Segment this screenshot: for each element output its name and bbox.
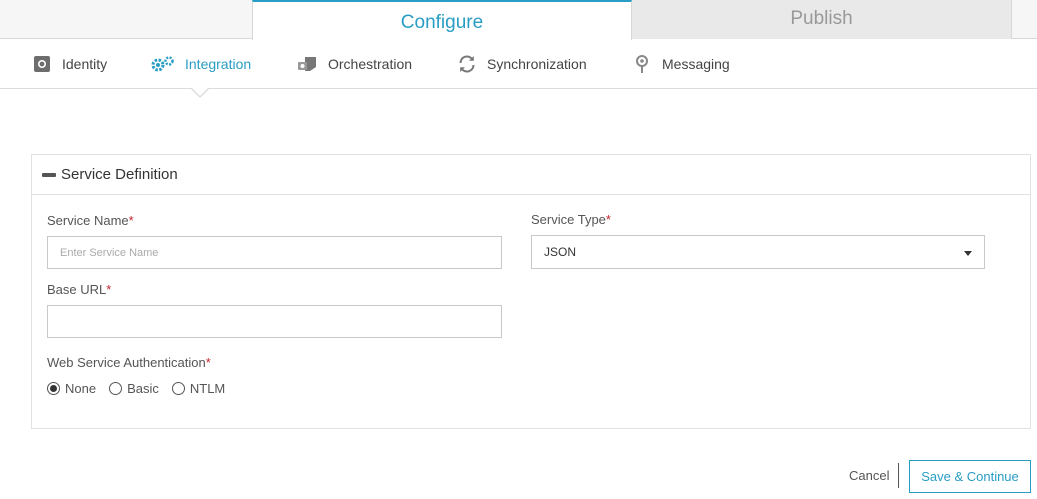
- subnav-item-orchestration[interactable]: Orchestration: [295, 40, 412, 88]
- sub-navigation: Identity Integration Orchestration Synch…: [0, 40, 1037, 89]
- service-type-select[interactable]: JSON: [531, 235, 985, 269]
- radio-label: None: [65, 381, 97, 396]
- tab-configure[interactable]: Configure: [252, 0, 632, 40]
- subnav-label: Orchestration: [328, 56, 413, 72]
- radio-button[interactable]: [47, 382, 60, 395]
- top-tab-strip: Configure Publish: [0, 0, 1037, 40]
- radio-label: NTLM: [189, 381, 226, 396]
- service-type-value: JSON: [544, 245, 577, 259]
- footer-divider: [898, 463, 899, 488]
- panel-title: Service Definition: [61, 166, 178, 183]
- auth-radio-ntlm[interactable]: NTLM: [171, 381, 226, 396]
- collapse-icon[interactable]: [42, 172, 56, 177]
- subnav-item-messaging[interactable]: Messaging: [631, 40, 730, 88]
- subnav-item-identity[interactable]: Identity: [31, 40, 107, 88]
- auth-radio-group: None Basic NTLM: [47, 381, 238, 396]
- auth-label: Web Service Authentication*: [47, 355, 211, 370]
- base-url-label: Base URL*: [47, 282, 112, 297]
- service-name-label: Service Name*: [47, 213, 134, 228]
- radio-label: Basic: [127, 381, 159, 396]
- gears-icon: [150, 53, 176, 75]
- subnav-label: Messaging: [662, 56, 730, 72]
- subnav-label: Integration: [185, 56, 252, 72]
- radio-button[interactable]: [109, 382, 123, 395]
- messaging-icon: [631, 53, 653, 75]
- radio-button[interactable]: [171, 382, 185, 395]
- identity-icon: [31, 53, 53, 75]
- dropdown-caret-icon: [964, 251, 972, 256]
- save-continue-button[interactable]: Save & Continue: [909, 460, 1031, 493]
- panel-header[interactable]: Service Definition: [32, 155, 1030, 195]
- service-type-label: Service Type*: [531, 212, 611, 227]
- subnav-label: Identity: [62, 56, 108, 72]
- subnav-item-synchronization[interactable]: Synchronization: [456, 40, 587, 88]
- tab-publish[interactable]: Publish: [632, 0, 1012, 39]
- orchestration-icon: [295, 53, 319, 75]
- subnav-label: Synchronization: [487, 56, 587, 72]
- sync-icon: [456, 53, 478, 75]
- active-tab-caret: [190, 87, 210, 98]
- subnav-item-integration[interactable]: Integration: [150, 40, 251, 88]
- service-name-input[interactable]: Enter Service Name: [47, 236, 502, 269]
- cancel-button[interactable]: Cancel: [849, 468, 889, 483]
- base-url-input[interactable]: [47, 305, 502, 338]
- auth-radio-basic[interactable]: Basic: [109, 381, 159, 396]
- auth-radio-none[interactable]: None: [47, 381, 96, 396]
